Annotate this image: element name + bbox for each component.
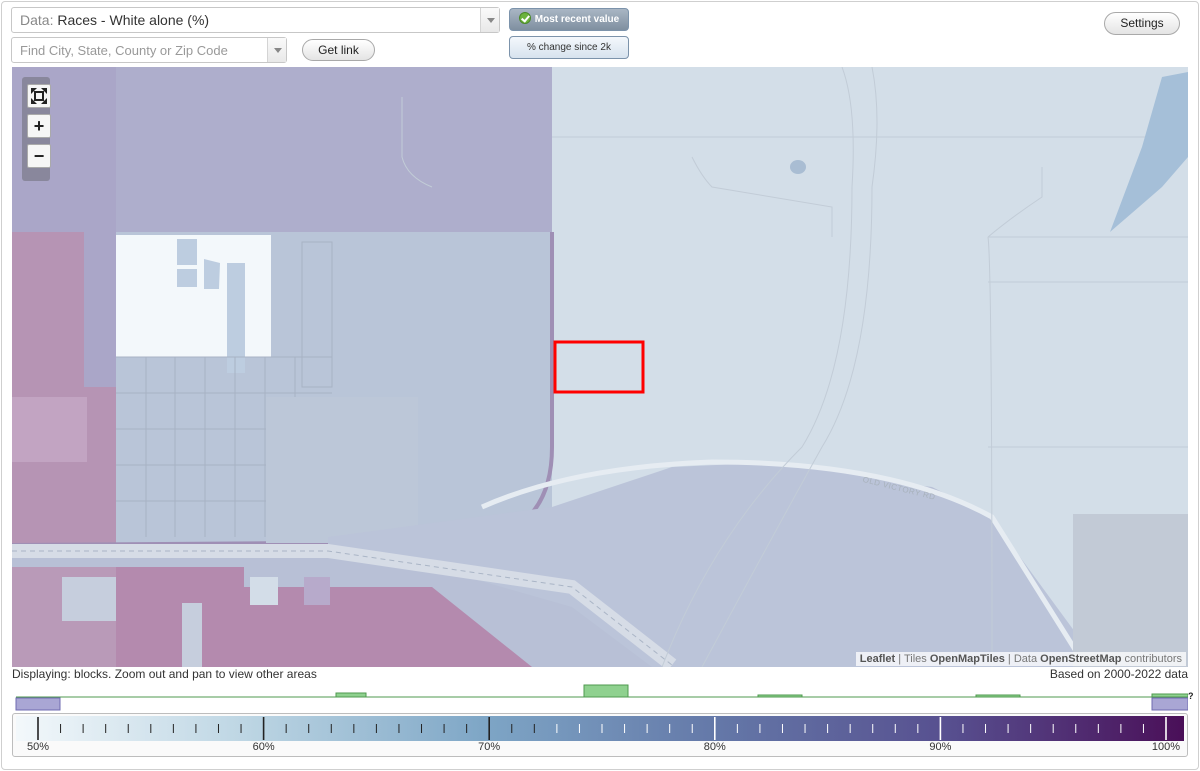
- fit-extent-icon[interactable]: [27, 84, 51, 108]
- attribution-tiles-link[interactable]: OpenMapTiles: [930, 653, 1005, 665]
- histogram-bar: [335, 692, 367, 698]
- zoom-in-button[interactable]: +: [27, 114, 51, 138]
- attribution-leaflet-link[interactable]: Leaflet: [860, 653, 895, 665]
- color-legend[interactable]: 50% 60% 70% 80% 90% 100%: [12, 713, 1188, 757]
- data-select-value: Races - White alone (%): [57, 12, 210, 28]
- percent-change-toggle[interactable]: % change since 2k: [509, 36, 629, 59]
- attribution-osm-link[interactable]: OpenStreetMap: [1040, 653, 1121, 665]
- zoom-out-button[interactable]: −: [27, 144, 51, 168]
- chevron-down-icon[interactable]: [480, 8, 499, 32]
- checkmark-icon: [518, 12, 531, 24]
- histogram-bar: [583, 684, 629, 698]
- settings-button[interactable]: Settings: [1104, 12, 1180, 35]
- legend-tick-label: 50%: [26, 741, 50, 753]
- map-view[interactable]: OLD VICTORY RD + − Leaflet | Tiles OpenM…: [12, 67, 1188, 667]
- most-recent-value-label: Most recent value: [534, 14, 620, 25]
- data-select-label: Data:: [20, 12, 54, 28]
- value-histogram: [15, 684, 1188, 711]
- location-search[interactable]: [11, 37, 287, 63]
- get-link-button[interactable]: Get link: [302, 39, 375, 61]
- legend-tick-label: 100%: [1151, 741, 1180, 753]
- location-search-input[interactable]: [12, 38, 268, 62]
- legend-tick-label: 90%: [929, 741, 952, 753]
- displaying-status: Displaying: blocks. Zoom out and pan to …: [12, 667, 317, 681]
- legend-tick-label: 60%: [252, 741, 275, 753]
- map-attribution: Leaflet | Tiles OpenMapTiles | Data Open…: [855, 652, 1186, 666]
- data-range-status: Based on 2000-2022 data: [1049, 667, 1188, 681]
- legend-gradient: [16, 716, 1184, 741]
- data-select[interactable]: Data: Races - White alone (%): [11, 7, 500, 33]
- legend-tick-label: 70%: [478, 741, 501, 753]
- histogram-nodata-right: [1151, 697, 1188, 711]
- chevron-down-icon[interactable]: [267, 38, 286, 62]
- histogram-nodata-left: [15, 697, 61, 711]
- legend-ticks: [37, 717, 1167, 740]
- map-tiles: [12, 67, 1188, 667]
- legend-tick-label: 80%: [703, 741, 726, 753]
- unknown-mark: ?: [1188, 691, 1194, 701]
- block-west-magenta-2: [12, 397, 87, 462]
- zoom-control: + −: [22, 77, 51, 181]
- most-recent-value-toggle[interactable]: Most recent value: [509, 8, 629, 31]
